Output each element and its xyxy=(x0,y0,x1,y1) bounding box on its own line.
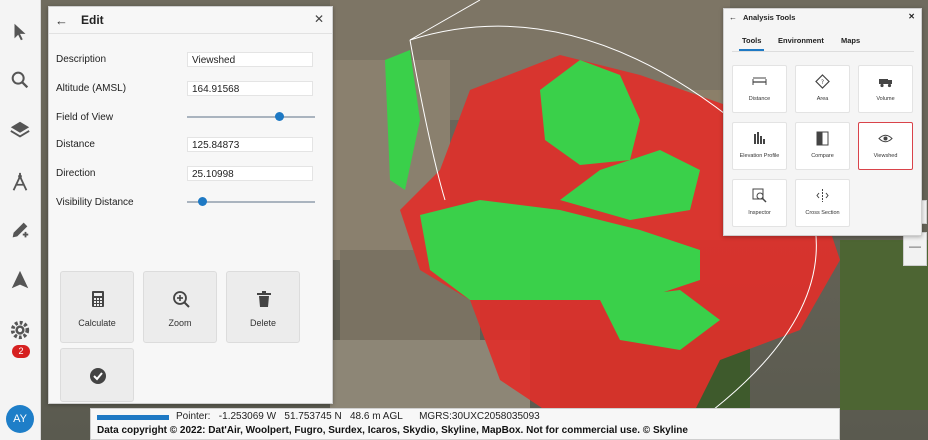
panel-title: Edit xyxy=(81,13,104,27)
tool-label: Volume xyxy=(876,96,895,102)
direction-input[interactable]: 25.10998 xyxy=(187,166,313,181)
panel-title: Analysis Tools xyxy=(743,12,796,22)
description-input[interactable]: Viewshed xyxy=(187,52,313,67)
visibility-distance-label: Visibility Distance xyxy=(56,197,134,208)
altitude-input[interactable]: 164.91568 xyxy=(187,81,313,96)
calculator-icon xyxy=(92,291,104,307)
calculate-button[interactable]: Calculate xyxy=(60,271,134,343)
close-icon[interactable]: ✕ xyxy=(314,12,324,26)
tool-area[interactable]: ? Area xyxy=(795,65,850,113)
field-of-view-row: Field of View xyxy=(56,110,326,127)
altitude-row: Altitude (AMSL) 164.91568 xyxy=(56,81,326,98)
tab-environment[interactable]: Environment xyxy=(778,36,824,45)
tool-label: Inspector xyxy=(748,210,771,216)
field-of-view-slider-handle[interactable] xyxy=(274,112,284,121)
status-bar: Pointer: -1.253069 W 51.753745 N 48.6 m … xyxy=(90,408,840,440)
check-circle-icon xyxy=(90,368,106,384)
delete-label: Delete xyxy=(249,318,276,328)
zoom-in-icon xyxy=(173,291,190,308)
ruler-icon xyxy=(752,77,767,85)
tool-label: Elevation Profile xyxy=(739,153,780,159)
delete-button[interactable]: Delete xyxy=(226,271,300,343)
description-row: Description Viewshed xyxy=(56,52,326,69)
tab-tools[interactable]: Tools xyxy=(738,36,765,51)
left-toolbar: 2 AY xyxy=(0,0,41,440)
scale-bar xyxy=(97,415,169,420)
calculate-label: Calculate xyxy=(78,318,116,328)
inspector-icon xyxy=(752,188,767,203)
direction-row: Direction 25.10998 xyxy=(56,166,326,183)
eye-icon xyxy=(878,134,893,143)
visibility-distance-slider-handle[interactable] xyxy=(197,197,207,206)
tool-label: Area xyxy=(816,96,829,102)
tool-distance[interactable]: Distance xyxy=(732,65,787,113)
navigate-icon[interactable] xyxy=(8,268,32,292)
minus-icon: — xyxy=(909,239,921,253)
cross-section-icon xyxy=(816,189,829,202)
compare-icon xyxy=(816,131,829,146)
zoom-out-button[interactable]: — xyxy=(903,232,927,266)
distance-label: Distance xyxy=(56,139,95,150)
svg-text:?: ? xyxy=(821,79,824,86)
copyright-text: Data copyright © 2022: Dat'Air, Woolpert… xyxy=(97,425,688,436)
trash-icon xyxy=(257,291,271,307)
pointer-icon[interactable] xyxy=(8,20,32,44)
analysis-tabs: Tools Environment Maps xyxy=(732,31,914,52)
tool-elevation-profile[interactable]: Elevation Profile xyxy=(732,122,787,170)
altitude-label: Altitude (AMSL) xyxy=(56,83,127,94)
tool-label: Compare xyxy=(811,153,834,159)
notification-badge: 2 xyxy=(12,345,30,358)
back-arrow-icon[interactable]: ← xyxy=(729,13,737,22)
visibility-distance-slider[interactable] xyxy=(187,197,315,206)
distance-input[interactable]: 125.84873 xyxy=(187,137,313,152)
zoom-label: Zoom xyxy=(168,318,192,328)
close-icon[interactable]: ✕ xyxy=(908,12,915,21)
edit-panel: ← Edit ✕ Description Viewshed Altitude (… xyxy=(48,6,333,404)
search-icon[interactable] xyxy=(8,68,32,92)
direction-label: Direction xyxy=(56,168,96,179)
analysis-tools-header: ← Analysis Tools ✕ xyxy=(724,9,921,25)
dump-truck-icon xyxy=(879,79,892,88)
apply-button[interactable] xyxy=(60,348,134,402)
field-of-view-slider[interactable] xyxy=(187,112,315,121)
area-icon: ? xyxy=(815,74,830,89)
tab-maps[interactable]: Maps xyxy=(841,36,860,45)
avatar[interactable]: AY xyxy=(6,405,34,433)
tool-volume[interactable]: Volume xyxy=(858,65,913,113)
analysis-tools-panel: ← Analysis Tools ✕ Tools Environment Map… xyxy=(723,8,922,236)
edit-panel-header: ← Edit ✕ xyxy=(49,7,332,34)
tool-cross-section[interactable]: Cross Section xyxy=(795,179,850,227)
distance-row: Distance 125.84873 xyxy=(56,137,326,154)
tool-viewshed[interactable]: Viewshed xyxy=(858,122,913,170)
tool-label: Cross Section xyxy=(805,210,840,216)
back-arrow-icon[interactable]: ← xyxy=(55,13,77,28)
field-of-view-label: Field of View xyxy=(56,112,114,123)
visibility-distance-row: Visibility Distance xyxy=(56,195,326,212)
zoom-button[interactable]: Zoom xyxy=(143,271,217,343)
settings-icon[interactable] xyxy=(8,318,32,342)
tool-compare[interactable]: Compare xyxy=(795,122,850,170)
description-label: Description xyxy=(56,54,107,65)
tool-inspector[interactable]: Inspector xyxy=(732,179,787,227)
tool-label: Viewshed xyxy=(873,153,898,159)
bar-chart-icon xyxy=(754,132,765,144)
pointer-coordinates: Pointer: -1.253069 W 51.753745 N 48.6 m … xyxy=(176,411,540,422)
edit-icon[interactable] xyxy=(8,218,32,242)
measure-icon[interactable] xyxy=(8,170,32,194)
tool-label: Distance xyxy=(748,96,771,102)
layers-icon[interactable] xyxy=(8,118,32,142)
